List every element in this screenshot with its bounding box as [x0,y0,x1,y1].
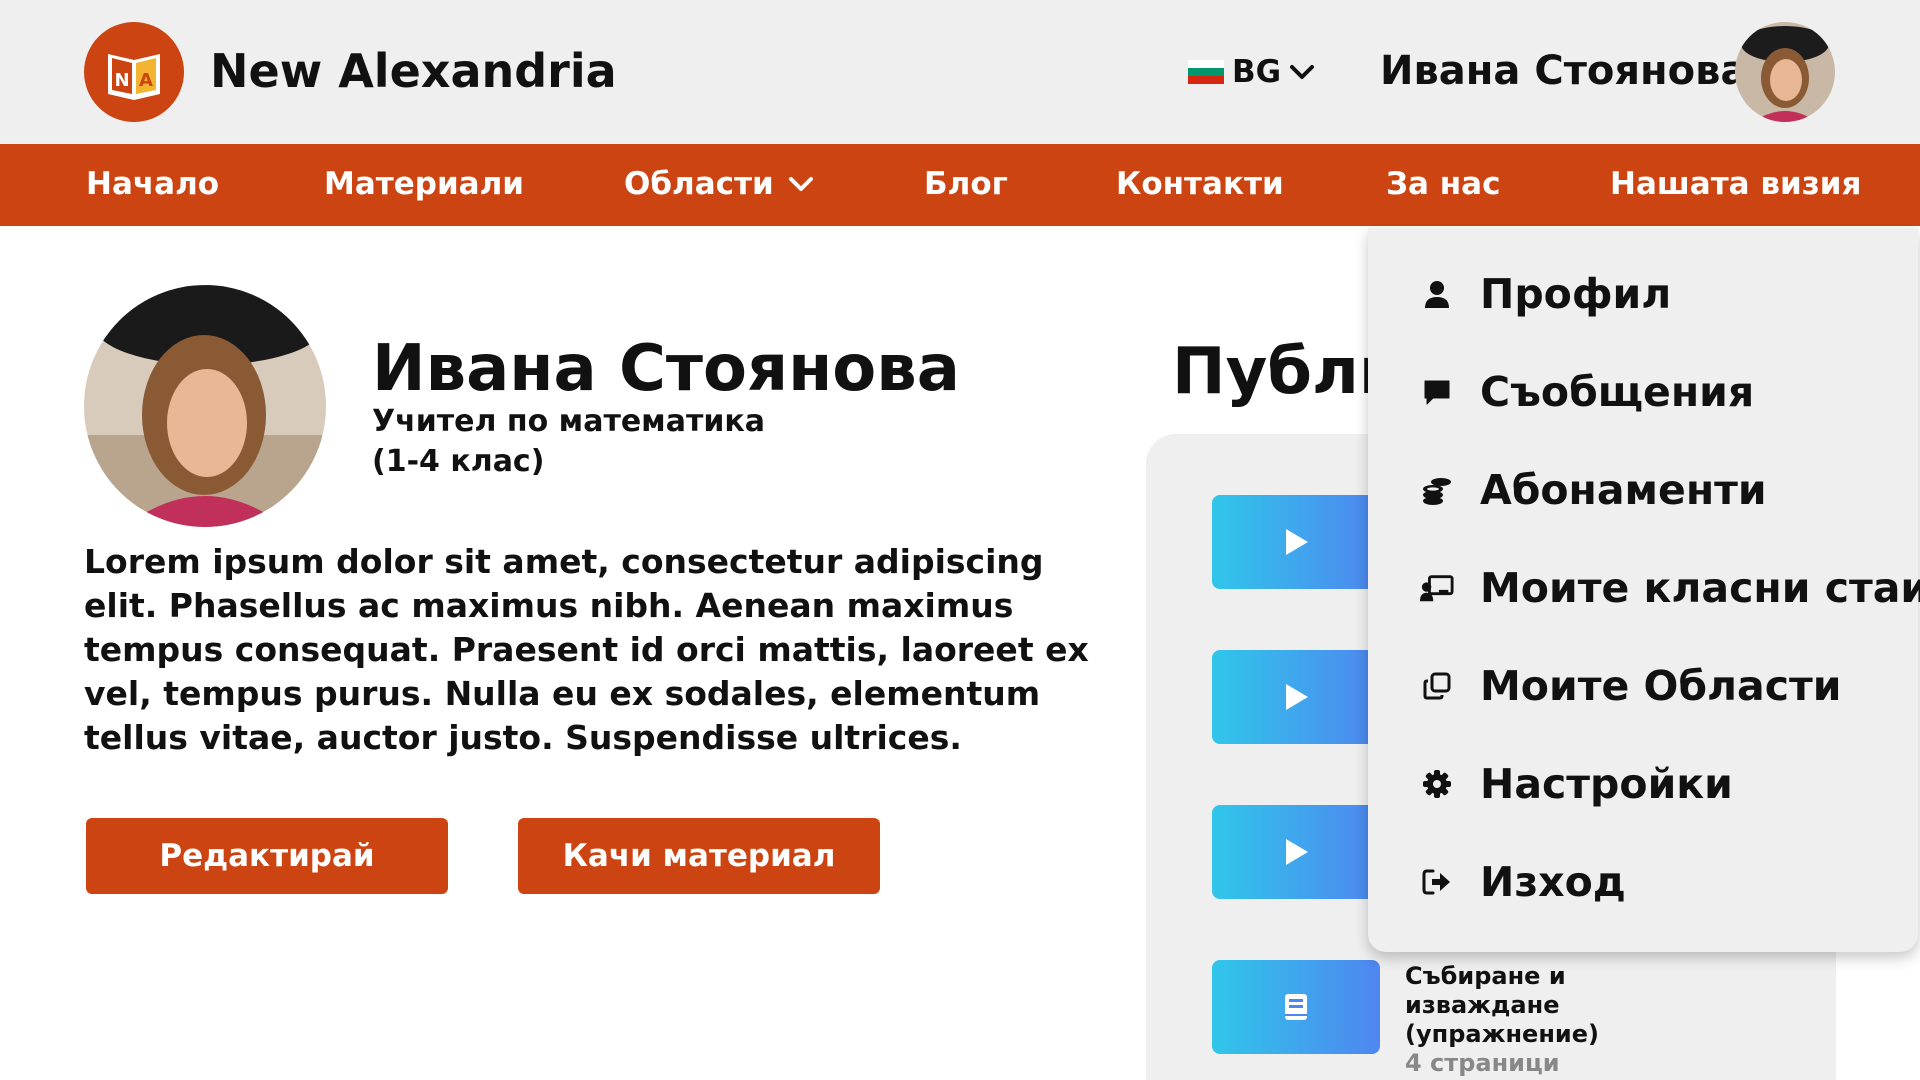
nav-item-vision[interactable]: Нашата визия [1610,166,1861,202]
brand-name[interactable]: New Alexandria [210,44,617,98]
profile-photo [84,285,326,527]
nav-item-home[interactable]: Начало [86,166,219,202]
menu-item-label: Моите класни стаи [1480,564,1920,612]
menu-item-settings[interactable]: Настройки [1420,760,1733,808]
main-navbar: Начало Материали Области Блог Контакти З… [0,144,1920,226]
menu-item-label: Профил [1480,270,1672,318]
menu-item-profile[interactable]: Профил [1420,270,1671,318]
menu-item-messages[interactable]: Съобщения [1420,368,1754,416]
video-thumbnail[interactable] [1212,495,1380,589]
book-icon [1285,994,1307,1020]
publication-pages: 4 страници [1405,1049,1560,1077]
menu-item-my-areas[interactable]: Моите Области [1420,662,1842,710]
language-selector[interactable]: BG [1188,54,1315,90]
chevron-down-icon [788,177,813,191]
play-icon [1286,839,1308,865]
profile-bio: Lorem ipsum dolor sit amet, consectetur … [84,542,1089,757]
publication-title: Събиране и изваждане (упражнение) [1405,962,1599,1048]
menu-item-logout[interactable]: Изход [1420,858,1626,906]
classroom-icon [1420,571,1454,605]
profile-name: Ивана Стоянова [372,332,960,406]
bulgaria-flag-icon [1188,60,1224,84]
svg-text:A: A [139,70,153,91]
menu-item-label: Абонаменти [1480,466,1767,514]
video-thumbnail[interactable] [1212,805,1380,899]
video-thumbnail[interactable] [1212,650,1380,744]
top-header: N A New Alexandria BG Ивана Стоянова [0,0,1920,144]
menu-item-my-classrooms[interactable]: Моите класни стаи [1420,564,1920,612]
user-dropdown-menu: Профил Съобщения Абонаменти Моите класни… [1368,228,1920,952]
chevron-down-icon [1290,65,1315,79]
menu-item-label: Моите Области [1480,662,1842,710]
nav-item-areas[interactable]: Области [624,166,814,202]
upload-material-button[interactable]: Качи материал [518,818,880,894]
brand-logo[interactable]: N A [84,22,184,122]
svg-text:N: N [114,70,129,91]
copy-icon [1420,669,1454,703]
language-code: BG [1232,54,1282,90]
user-name[interactable]: Ивана Стоянова [1380,48,1747,94]
play-icon [1286,529,1308,555]
edit-profile-button[interactable]: Редактирай [86,818,448,894]
nav-item-areas-label: Области [624,166,774,202]
nav-item-about[interactable]: За нас [1386,166,1500,202]
publication-item[interactable]: Събиране и изваждане (упражнение) 4 стра… [1405,962,1715,1078]
nav-item-contacts[interactable]: Контакти [1116,166,1284,202]
nav-item-blog[interactable]: Блог [924,166,1008,202]
menu-item-label: Съобщения [1480,368,1755,416]
coins-icon [1420,473,1454,507]
play-icon [1286,684,1308,710]
user-icon [1420,277,1454,311]
logout-icon [1420,865,1454,899]
nav-item-materials[interactable]: Материали [324,166,524,202]
menu-item-label: Изход [1480,858,1626,906]
message-icon [1420,375,1454,409]
menu-item-label: Настройки [1480,760,1733,808]
document-thumbnail[interactable] [1212,960,1380,1054]
menu-item-subscriptions[interactable]: Абонаменти [1420,466,1767,514]
gear-icon [1420,767,1454,801]
user-avatar[interactable] [1735,22,1835,122]
book-logo-icon: N A [108,54,160,100]
profile-role: Учител по математика (1-4 клас) [372,404,765,479]
